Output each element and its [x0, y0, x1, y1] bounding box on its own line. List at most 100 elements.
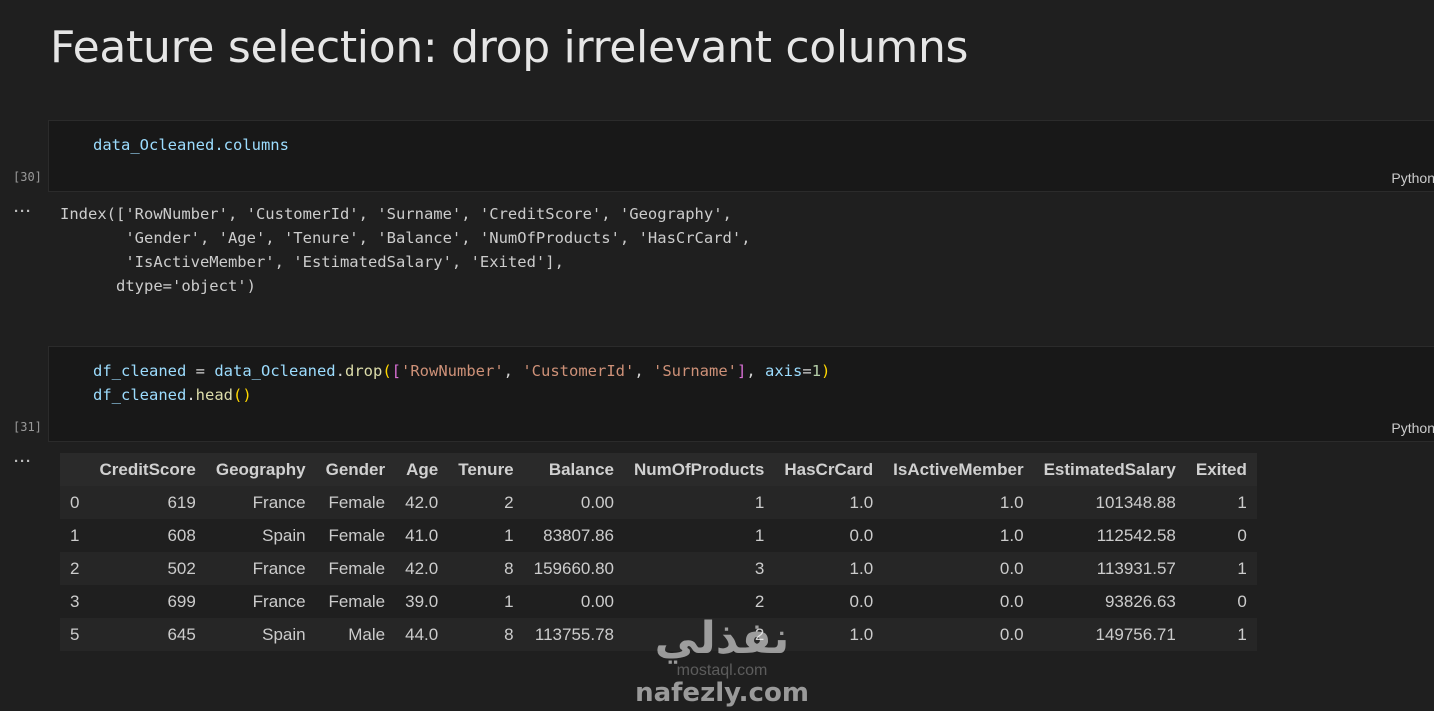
- column-header: Gender: [325, 459, 386, 479]
- table-cell: Spain: [262, 525, 306, 545]
- table-cell: 41.0: [405, 525, 439, 545]
- table-cell: 44.0: [405, 624, 439, 644]
- table-cell: 0: [1237, 525, 1247, 545]
- table-cell: 619: [167, 492, 196, 512]
- execution-count: [30]: [13, 170, 42, 184]
- table-cell: Female: [328, 558, 386, 578]
- table-cell: 113931.57: [1096, 558, 1176, 578]
- table-cell: 1.0: [849, 558, 874, 578]
- table-cell: Female: [328, 525, 386, 545]
- output-menu-icon[interactable]: ···: [14, 453, 32, 470]
- table-cell: 0.00: [580, 492, 615, 512]
- table-cell: 2: [754, 624, 765, 644]
- table-cell: 1: [1237, 558, 1247, 578]
- table-cell: France: [252, 558, 306, 578]
- table-cell: 1: [504, 525, 514, 545]
- table-cell: 42.0: [405, 492, 439, 512]
- table-cell: 112542.58: [1096, 525, 1176, 545]
- dataframe-table: CreditScore Geography Gender Age Tenure Balan…: [60, 453, 1257, 651]
- table-cell: 1.0: [999, 525, 1024, 545]
- table-cell: 2: [504, 492, 514, 512]
- cell-language-label[interactable]: Python: [1391, 170, 1434, 186]
- table-cell: 2: [754, 591, 765, 611]
- cell-language-label[interactable]: Python: [1391, 420, 1434, 436]
- column-header: CreditScore: [99, 459, 196, 479]
- table-row: 0 619 France Female 42.0 2 0.00 1 1.0 1.0 101348.8…: [60, 486, 1257, 519]
- code-editor[interactable]: df_cleaned = data_Ocleaned.drop(['RowNum…: [93, 359, 830, 407]
- table-cell: Spain: [262, 624, 306, 644]
- table-row: 1 608 Spain Female 41.0 1 83807.86 1 0.0 1.0 11254…: [60, 519, 1257, 552]
- table-cell: 39.0: [405, 591, 439, 611]
- table-cell: 0.0: [849, 591, 874, 611]
- table-cell: 0.00: [580, 591, 615, 611]
- table-cell: 149756.71: [1095, 624, 1176, 644]
- watermark-sub: mostaql.com: [676, 662, 768, 679]
- index-header: [60, 453, 89, 486]
- output-line: 'Gender', 'Age', 'Tenure', 'Balance', 'N…: [60, 229, 751, 247]
- markdown-heading: Feature selection: drop irrelevant colum…: [50, 22, 969, 73]
- row-index: 5: [70, 624, 80, 644]
- watermark-latin: nafezly.com: [635, 678, 809, 708]
- code-editor[interactable]: data_Ocleaned.columns: [93, 133, 289, 157]
- table-row: 5 645 Spain Male 44.0 8 113755.78 2 1.0 0.0 149756…: [60, 618, 1257, 651]
- table-header-row: CreditScore Geography Gender Age Tenure Balan…: [60, 453, 1257, 486]
- table-cell: 93826.63: [1104, 591, 1176, 611]
- output-line: Index(['RowNumber', 'CustomerId', 'Surna…: [60, 205, 732, 223]
- table-cell: 0.0: [999, 558, 1024, 578]
- column-header: Balance: [548, 459, 615, 479]
- table-cell: Male: [348, 624, 386, 644]
- table-cell: 101348.88: [1095, 492, 1176, 512]
- table-cell: 113755.78: [534, 624, 615, 644]
- table-cell: 42.0: [405, 558, 439, 578]
- output-menu-icon[interactable]: ···: [14, 203, 32, 220]
- table-cell: Female: [328, 492, 386, 512]
- table-cell: 3: [754, 558, 765, 578]
- table-cell: 1.0: [849, 492, 874, 512]
- cell-output: Index(['RowNumber', 'CustomerId', 'Surna…: [60, 202, 751, 298]
- table-cell: France: [252, 591, 306, 611]
- table-cell: 1: [754, 492, 765, 512]
- column-header: NumOfProducts: [634, 459, 765, 479]
- table-cell: 83807.86: [543, 525, 615, 545]
- table-cell: France: [252, 492, 306, 512]
- table-cell: 1: [504, 591, 514, 611]
- code-line-2: df_cleaned.head(): [93, 386, 252, 404]
- table-cell: 1: [1237, 624, 1247, 644]
- code-cell[interactable]: df_cleaned = data_Ocleaned.drop(['RowNum…: [48, 346, 1434, 442]
- output-line: 'IsActiveMember', 'EstimatedSalary', 'Ex…: [60, 253, 564, 271]
- table-cell: 1: [754, 525, 765, 545]
- execution-count: [31]: [13, 420, 42, 434]
- table-cell: 1.0: [849, 624, 874, 644]
- column-header: Age: [406, 459, 439, 479]
- column-header: Geography: [215, 459, 306, 479]
- column-header: Tenure: [458, 459, 514, 479]
- row-index: 1: [70, 525, 80, 545]
- table-cell: 1.0: [999, 492, 1024, 512]
- table-cell: 159660.80: [533, 558, 615, 578]
- table-row: 2 502 France Female 42.0 8 159660.80 3 1.0 0.0 113…: [60, 552, 1257, 585]
- row-index: 3: [70, 591, 80, 611]
- table-cell: Female: [328, 591, 386, 611]
- table-cell: 1: [1237, 492, 1247, 512]
- table-row: 3 699 France Female 39.0 1 0.00 2 0.0 0.0 93826.63…: [60, 585, 1257, 618]
- row-index: 2: [70, 558, 80, 578]
- table-cell: 608: [167, 525, 196, 545]
- code-cell[interactable]: data_Ocleaned.columns Python: [48, 120, 1434, 192]
- table-cell: 0.0: [849, 525, 874, 545]
- table-cell: 502: [167, 558, 196, 578]
- table-cell: 8: [504, 624, 514, 644]
- table-cell: 8: [504, 558, 514, 578]
- column-header: IsActiveMember: [893, 459, 1024, 479]
- column-header: HasCrCard: [784, 459, 874, 479]
- column-header: EstimatedSalary: [1043, 459, 1176, 479]
- table-cell: 645: [167, 624, 196, 644]
- column-header: Exited: [1195, 459, 1247, 479]
- table-cell: 0.0: [999, 591, 1024, 611]
- output-line: dtype='object'): [60, 277, 256, 295]
- code-line-1: df_cleaned = data_Ocleaned.drop(['RowNum…: [93, 362, 831, 380]
- table-cell: 0: [1237, 591, 1247, 611]
- code-line: data_Ocleaned.columns: [93, 136, 289, 154]
- table-cell: 699: [167, 591, 196, 611]
- row-index: 0: [70, 492, 80, 512]
- table-cell: 0.0: [999, 624, 1024, 644]
